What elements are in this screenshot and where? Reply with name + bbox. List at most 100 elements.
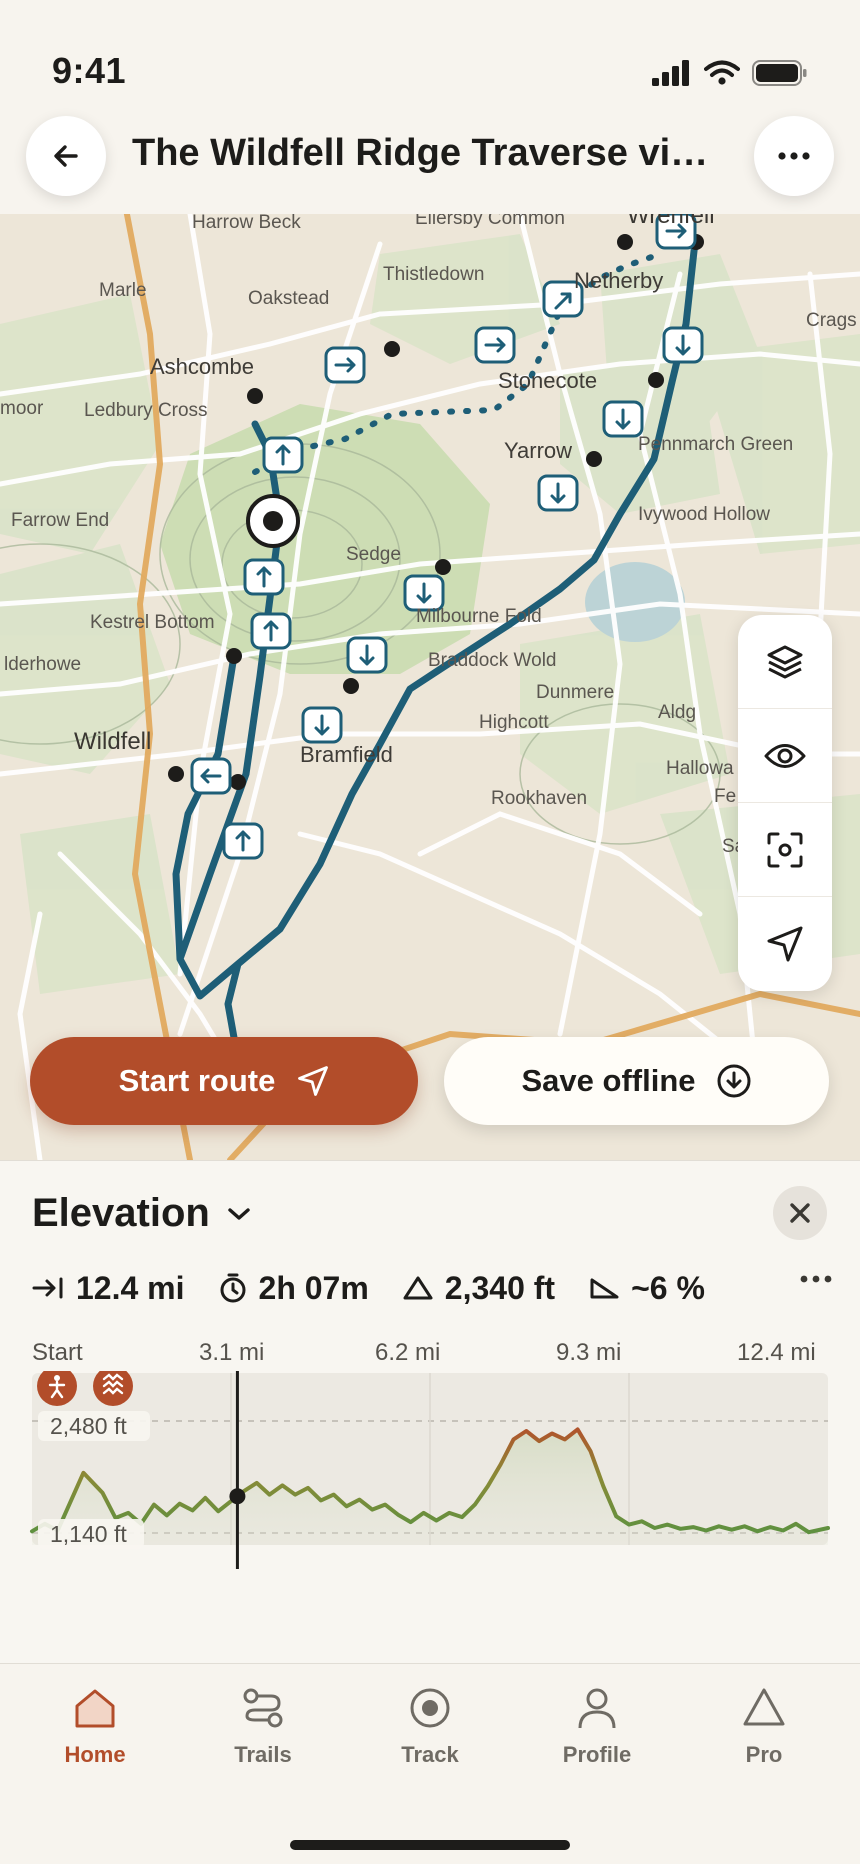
- signal-icon: [652, 60, 689, 86]
- min-label: 1,140 ft: [38, 1519, 144, 1549]
- route-icon: [243, 1688, 283, 1728]
- eye-icon: [764, 743, 806, 768]
- map-label: Pennmarch Green: [638, 434, 794, 455]
- map-label: Marle: [99, 280, 147, 301]
- map-label: Kestrel Bottom: [90, 612, 215, 633]
- map-controls: [738, 615, 832, 991]
- elevation-chart[interactable]: 2,480 ft 1,140 ft: [0, 1371, 860, 1571]
- grade-stat: ~6 %: [589, 1270, 705, 1307]
- tab-profile[interactable]: Profile: [527, 1686, 667, 1768]
- tab-home[interactable]: Home: [25, 1686, 165, 1768]
- map-view[interactable]: Harrow Beck Ellersby Common Wrenfell Mar…: [0, 214, 860, 1160]
- start-route-label: Start route: [118, 1063, 276, 1098]
- close-elevation-button[interactable]: [773, 1186, 827, 1240]
- tab-pro[interactable]: Pro: [694, 1686, 834, 1768]
- distance-tick: Start: [32, 1339, 83, 1366]
- max-label: 2,480 ft: [38, 1411, 150, 1441]
- duration-value: 2h 07m: [258, 1269, 369, 1306]
- distance-tick: 9.3 mi: [556, 1339, 622, 1366]
- tab-profile-label: Profile: [562, 1742, 632, 1767]
- start-route-button[interactable]: Start route: [30, 1037, 418, 1125]
- tab-home-label: Home: [64, 1742, 126, 1767]
- map-label: Crags: [806, 310, 857, 331]
- map-label: moor: [0, 398, 44, 419]
- tab-track-label: Track: [401, 1742, 459, 1767]
- grade-value: ~6 %: [631, 1269, 705, 1306]
- map-label: Rookhaven: [491, 788, 588, 809]
- back-button[interactable]: [26, 116, 106, 196]
- save-offline-button[interactable]: Save offline: [444, 1037, 829, 1125]
- elevation-sheet: Elevation 12.4 mi 2h 07m 2,340 ft ~6 % S…: [0, 1160, 860, 1663]
- route-title: The Wildfell Ridge Traverse via Netherby: [132, 132, 712, 174]
- tab-trails[interactable]: Trails: [193, 1686, 333, 1768]
- min-elevation-label: 1,140 ft: [50, 1521, 127, 1547]
- map-label: Wildfell: [74, 728, 152, 755]
- map-label: Highcott: [479, 712, 549, 733]
- elevation-dropdown[interactable]: Elevation: [32, 1191, 252, 1236]
- arrow-left-icon: [54, 145, 78, 167]
- focus-frame-icon: [767, 832, 803, 867]
- map-label: Braddock Wold: [428, 650, 557, 671]
- ascent-value: 2,340 ft: [444, 1269, 556, 1306]
- more-horizontal-icon: [778, 152, 810, 160]
- map-label: Farrow End: [11, 510, 110, 531]
- tab-bar: Home Trails Track Profile Pro: [0, 1663, 860, 1864]
- home-icon: [75, 1689, 115, 1728]
- map-label: Wrenfell: [627, 214, 715, 229]
- distance-icon: [32, 1277, 63, 1299]
- layers-icon: [767, 645, 803, 678]
- timer-icon: [220, 1273, 246, 1303]
- tab-trails-label: Trails: [234, 1742, 292, 1767]
- layers-button[interactable]: [738, 615, 832, 709]
- close-icon: [790, 1203, 810, 1223]
- map-label: Ivywood Hollow: [638, 504, 770, 525]
- visibility-button[interactable]: [738, 709, 832, 803]
- navigation-arrow-icon: [767, 926, 803, 962]
- tab-track[interactable]: Track: [360, 1686, 500, 1768]
- max-elevation-label: 2,480 ft: [50, 1413, 127, 1439]
- map-label: Oakstead: [248, 288, 330, 309]
- status-icons: [652, 60, 808, 86]
- battery-icon: [752, 60, 807, 86]
- ascent-stat: 2,340 ft: [403, 1270, 555, 1307]
- route-stats: 12.4 mi 2h 07m 2,340 ft ~6 %: [32, 1263, 832, 1313]
- elevation-cursor-point: [229, 1488, 246, 1505]
- current-location-marker: [246, 494, 300, 548]
- navigate-button[interactable]: [738, 897, 832, 991]
- status-bar: 9:41: [0, 0, 860, 110]
- map-label: Sedge: [346, 544, 401, 565]
- distance-axis: Start 3.1 mi 6.2 mi 9.3 mi 12.4 mi: [32, 1339, 832, 1369]
- more-horizontal-icon: [800, 1275, 832, 1283]
- tab-pro-label: Pro: [745, 1742, 783, 1767]
- more-options-button[interactable]: [754, 116, 834, 196]
- route-header: The Wildfell Ridge Traverse via Netherby: [0, 110, 860, 214]
- map-label: lderhowe: [4, 654, 82, 675]
- distance-tick: 3.1 mi: [199, 1339, 265, 1366]
- status-time: 9:41: [52, 50, 127, 91]
- map-label: Stonecote: [498, 368, 598, 393]
- map-label: Aldg: [658, 702, 697, 723]
- download-circle-icon: [717, 1064, 750, 1098]
- map-label: Hallowa: [666, 758, 734, 779]
- distance-stat: 12.4 mi: [32, 1270, 185, 1307]
- map-label: Ashcombe: [150, 354, 254, 379]
- recenter-button[interactable]: [738, 803, 832, 897]
- distance-value: 12.4 mi: [76, 1269, 185, 1306]
- record-icon: [410, 1688, 450, 1728]
- map-label: Bramfield: [300, 742, 393, 767]
- user-icon: [578, 1688, 616, 1729]
- map-label: Thistledown: [383, 264, 485, 285]
- save-offline-label: Save offline: [521, 1063, 696, 1098]
- distance-tick: 12.4 mi: [737, 1339, 816, 1366]
- map-label: Netherby: [574, 268, 664, 293]
- elevation-title: Elevation: [32, 1191, 210, 1235]
- map-label: Ellersby Common: [415, 214, 565, 229]
- map-label: Milbourne Fold: [416, 606, 542, 627]
- chevron-down-icon: [228, 1207, 250, 1220]
- duration-stat: 2h 07m: [219, 1270, 369, 1307]
- map-label: Fe: [714, 786, 737, 807]
- map-label: Harrow Beck: [192, 214, 301, 233]
- distance-tick: 6.2 mi: [375, 1339, 441, 1366]
- map-base: [0, 214, 860, 1160]
- stats-more-button[interactable]: [800, 1271, 832, 1289]
